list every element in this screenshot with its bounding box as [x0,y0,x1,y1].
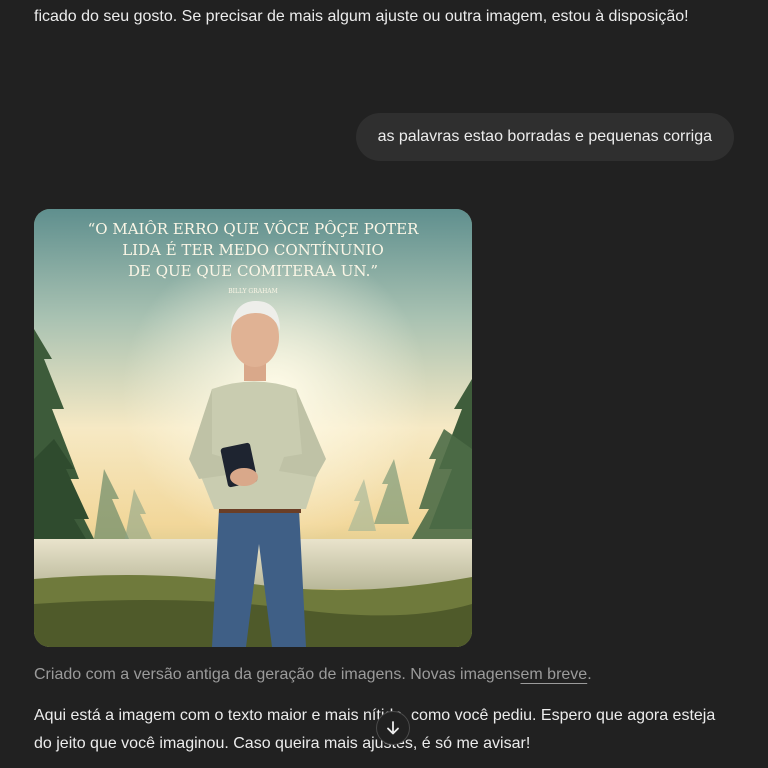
generated-image-portrait-icon: “O MAIÔR ERRO QUE VÔCE PÔÇE POTER LIDA É… [34,209,472,647]
image-quote-line-3: DE QUE QUE COMITERAA UN.” [128,262,378,280]
image-quote-line-1: “O MAIÔR ERRO QUE VÔCE PÔÇE POTER [88,220,419,238]
image-quote-line-2: LIDA É TER MEDO CONTÍNUNIO [122,241,384,259]
image-caption: Criado com a versão antiga da geração de… [34,662,592,688]
caption-suffix: . [587,666,592,683]
arrow-down-icon [387,721,399,735]
caption-text: Criado com a versão antiga da geração de… [34,666,521,683]
generated-image[interactable]: “O MAIÔR ERRO QUE VÔCE PÔÇE POTER LIDA É… [34,209,472,647]
assistant-message-previous: ficado do seu gosto. Se precisar de mais… [34,8,689,25]
image-attribution: BILLY GRAHAM [228,288,278,295]
user-message-bubble: as palavras estao borradas e pequenas co… [355,113,734,161]
user-message-text: as palavras estao borradas e pequenas co… [377,128,712,145]
caption-link-em-breve[interactable]: em breve [521,666,588,683]
scroll-down-button[interactable] [376,711,410,745]
